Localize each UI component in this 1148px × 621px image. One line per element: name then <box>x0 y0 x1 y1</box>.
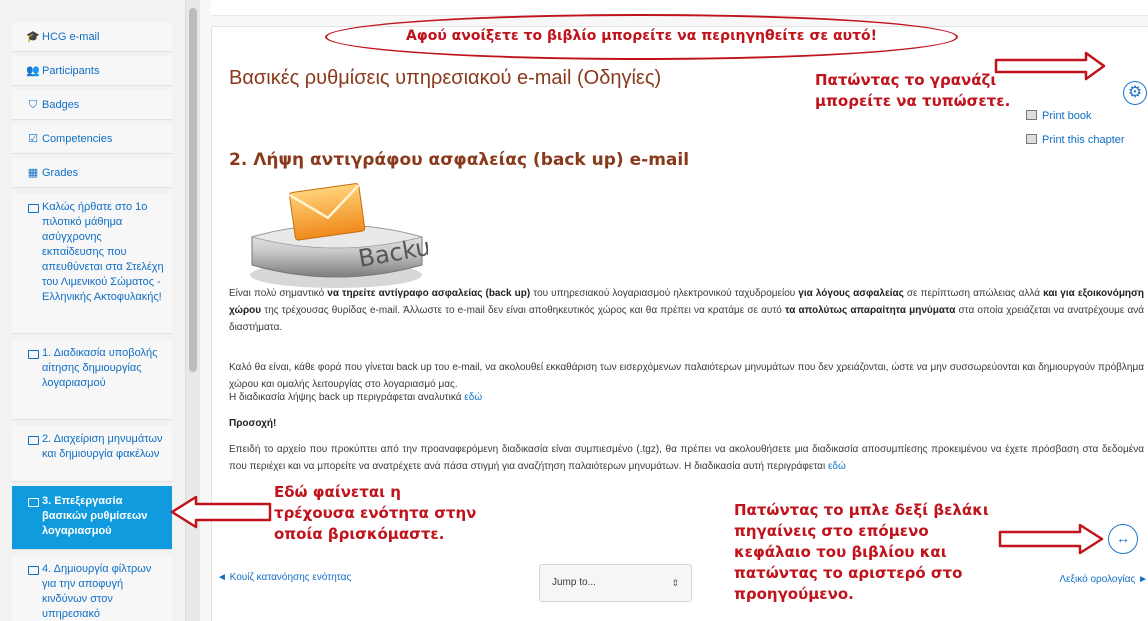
annotation-arrows-text: Πατώντας το μπλε δεξί βελάκι πηγαίνεις σ… <box>734 501 989 603</box>
backup-guide-link[interactable]: εδώ <box>464 392 482 403</box>
sidebar-item-participants[interactable]: 👥 Participants <box>12 56 172 86</box>
folder-icon <box>26 564 40 579</box>
folder-icon <box>26 434 40 449</box>
chapter-title: 2. Λήψη αντιγράφου ασφαλείας (back up) e… <box>229 150 690 170</box>
sidebar-section-2[interactable]: 2. Διαχείριση μηνυμάτων και δημιουργία φ… <box>12 426 172 482</box>
annotation-top-ellipse: Αφού ανοίξετε το βιβλίο μπορείτε να περι… <box>325 14 958 60</box>
warning-heading: Προσοχή! <box>229 418 277 429</box>
chapter-nav-arrows-icon[interactable]: ↔ <box>1108 524 1138 554</box>
sidebar-item-grades[interactable]: ▦ Grades <box>12 158 172 188</box>
table-icon: ▦ <box>27 167 39 179</box>
sidebar-section-3-current[interactable]: 3. Επεξεργασία βασικών ρυθμίσεων λογαρια… <box>12 486 172 550</box>
folder-icon <box>26 348 40 363</box>
annotation-top-text: Αφού ανοίξετε το βιβλίο μπορείτε να περι… <box>405 28 878 44</box>
sidebar-item-competencies[interactable]: ☑ Competencies <box>12 124 172 154</box>
printer-icon <box>1026 134 1037 144</box>
decompress-guide-link[interactable]: εδώ <box>828 461 846 472</box>
next-chapter-link[interactable]: Λεξικό ορολογίας ► <box>1020 574 1148 585</box>
book-title: Βασικές ρυθμίσεις υπηρεσιακού e-mail (Οδ… <box>229 67 662 89</box>
paragraph-3: Η διαδικασία λήψης back up περιγράφεται … <box>229 392 483 403</box>
shield-icon: ⛉ <box>28 99 38 111</box>
drawer-scrollbar[interactable] <box>186 0 200 621</box>
annotation-current-section-text: Εδώ φαίνεται η τρέχουσα ενότητα στην οπο… <box>274 483 477 543</box>
sidebar-item-hcg-email[interactable]: 🎓 HCG e-mail <box>12 22 172 52</box>
folder-icon <box>26 202 40 217</box>
print-menu: Print book Print this chapter <box>1024 109 1148 157</box>
checkbox-icon: ☑ <box>28 133 38 145</box>
select-caret-icon: ⇕ <box>671 578 679 588</box>
print-chapter-link[interactable]: Print this chapter <box>1024 133 1148 157</box>
jump-to-select[interactable]: Jump to... ⇕ <box>539 564 692 602</box>
sidebar-section-welcome[interactable]: Καλώς ήρθατε στο 1ο πιλοτικό μάθημα ασύγ… <box>12 194 172 334</box>
paragraph-5: Επειδή το αρχείο που προκύπτει από την π… <box>229 444 1144 472</box>
graduation-cap-icon: 🎓 <box>26 31 40 43</box>
backup-illustration: Backup <box>250 183 428 288</box>
annotation-gear-text: Πατώντας το γρανάζι μπορείτε να τυπώσετε… <box>815 71 1011 110</box>
paragraph-1: Είναι πολύ σημαντικό να τηρείτε αντίγραφ… <box>229 288 1144 333</box>
paragraph-2: Καλό θα είναι, κάθε φορά που γίνεται bac… <box>229 362 1144 390</box>
sidebar-section-4[interactable]: 4. Δημιουργία φίλτρων για την αποφυγή κι… <box>12 556 172 621</box>
users-icon: 👥 <box>26 65 40 77</box>
course-drawer: 🎓 HCG e-mail 👥 Participants ⛉ Badges ☑ C… <box>0 0 186 621</box>
printer-icon <box>1026 110 1037 120</box>
scroll-thumb[interactable] <box>189 8 197 372</box>
folder-icon <box>26 496 40 511</box>
print-book-link[interactable]: Print book <box>1024 109 1148 133</box>
previous-chapter-link[interactable]: ◄ Κουίζ κατανόησης ενότητας <box>217 572 351 583</box>
gear-icon[interactable]: ⚙ <box>1123 81 1147 105</box>
sidebar-section-1[interactable]: 1. Διαδικασία υποβολής αίτησης δημιουργί… <box>12 340 172 420</box>
sidebar-item-badges[interactable]: ⛉ Badges <box>12 90 172 120</box>
